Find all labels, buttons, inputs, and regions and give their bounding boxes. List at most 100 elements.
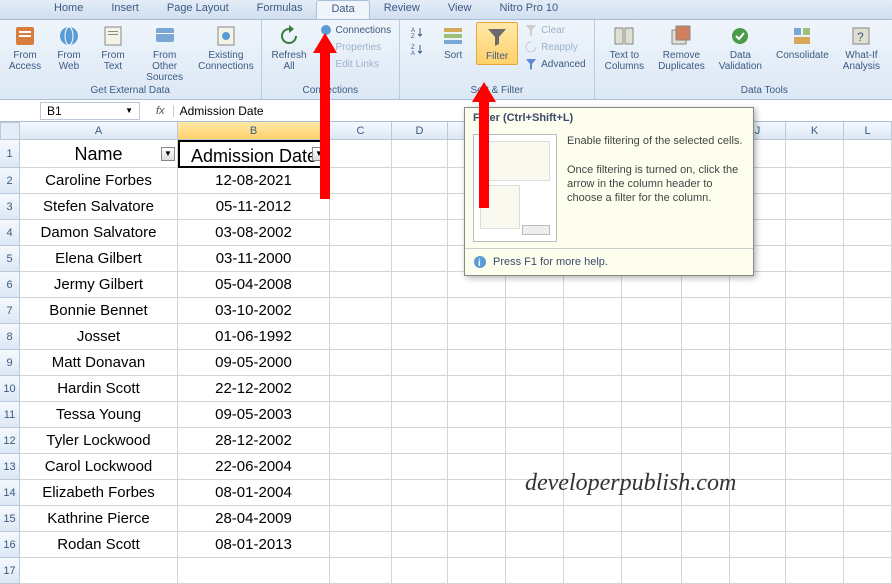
cell[interactable]: 09-05-2003 (178, 402, 330, 428)
cell[interactable]: Matt Donavan (20, 350, 178, 376)
cell[interactable] (330, 272, 392, 298)
cell[interactable] (330, 246, 392, 272)
cell[interactable]: Admission Date▼ (178, 140, 330, 168)
cell[interactable] (330, 140, 392, 168)
cell[interactable] (506, 324, 564, 350)
cell[interactable] (20, 558, 178, 584)
cell[interactable] (786, 376, 844, 402)
cell[interactable] (330, 324, 392, 350)
cell[interactable] (622, 298, 682, 324)
col-header-d[interactable]: D (392, 122, 448, 140)
cell[interactable]: 28-12-2002 (178, 428, 330, 454)
cell[interactable]: Damon Salvatore (20, 220, 178, 246)
cell[interactable] (622, 558, 682, 584)
fx-icon[interactable]: fx (148, 105, 174, 117)
cell[interactable] (786, 350, 844, 376)
cell[interactable] (448, 454, 506, 480)
cell[interactable] (330, 376, 392, 402)
cell[interactable]: 03-11-2000 (178, 246, 330, 272)
cell[interactable] (682, 298, 730, 324)
cell[interactable] (506, 558, 564, 584)
cell[interactable]: Rodan Scott (20, 532, 178, 558)
cell[interactable]: 22-06-2004 (178, 454, 330, 480)
cell[interactable] (564, 350, 622, 376)
cell[interactable] (330, 220, 392, 246)
from-web-button[interactable]: FromWeb (48, 22, 90, 74)
cell[interactable]: Tessa Young (20, 402, 178, 428)
cell[interactable] (506, 532, 564, 558)
cell[interactable] (786, 220, 844, 246)
cell[interactable] (844, 298, 892, 324)
cell[interactable] (682, 506, 730, 532)
cell[interactable] (622, 402, 682, 428)
cell[interactable] (392, 350, 448, 376)
cell[interactable] (448, 506, 506, 532)
cell[interactable] (786, 480, 844, 506)
col-header-l[interactable]: L (844, 122, 892, 140)
cell[interactable] (730, 532, 786, 558)
cell[interactable] (682, 558, 730, 584)
cell[interactable] (844, 480, 892, 506)
cell[interactable] (392, 480, 448, 506)
group-button[interactable]: Group (888, 22, 892, 63)
row-header[interactable]: 10 (0, 376, 20, 402)
cell[interactable]: 22-12-2002 (178, 376, 330, 402)
cell[interactable] (448, 298, 506, 324)
col-header-k[interactable]: K (786, 122, 844, 140)
cell[interactable] (564, 298, 622, 324)
cell[interactable]: 03-10-2002 (178, 298, 330, 324)
tab-view[interactable]: View (434, 0, 486, 19)
cell[interactable] (392, 402, 448, 428)
cell[interactable] (564, 558, 622, 584)
col-header-c[interactable]: C (330, 122, 392, 140)
cell[interactable] (844, 532, 892, 558)
cell[interactable] (330, 532, 392, 558)
cell[interactable] (564, 532, 622, 558)
data-validation-button[interactable]: DataValidation (713, 22, 768, 74)
cell[interactable]: 08-01-2013 (178, 532, 330, 558)
tab-home[interactable]: Home (40, 0, 97, 19)
sort-az-button[interactable]: AZ (406, 24, 428, 40)
cell[interactable] (844, 140, 892, 168)
cell[interactable] (786, 246, 844, 272)
from-other-sources-button[interactable]: From OtherSources (136, 22, 193, 85)
cell[interactable] (330, 506, 392, 532)
cell[interactable]: 03-08-2002 (178, 220, 330, 246)
refresh-all-button[interactable]: RefreshAll (266, 22, 313, 74)
cell[interactable]: 01-06-1992 (178, 324, 330, 350)
cell[interactable]: 05-11-2012 (178, 194, 330, 220)
cell[interactable] (730, 428, 786, 454)
cell[interactable] (786, 298, 844, 324)
cell[interactable] (622, 376, 682, 402)
cell[interactable] (392, 272, 448, 298)
row-header[interactable]: 1 (0, 140, 20, 168)
cell[interactable] (786, 454, 844, 480)
cell[interactable] (506, 298, 564, 324)
cell[interactable] (730, 558, 786, 584)
row-header[interactable]: 15 (0, 506, 20, 532)
tab-formulas[interactable]: Formulas (243, 0, 317, 19)
cell[interactable] (392, 220, 448, 246)
cell[interactable] (844, 402, 892, 428)
filter-button[interactable]: Filter (476, 22, 518, 65)
row-header[interactable]: 11 (0, 402, 20, 428)
cell[interactable] (844, 272, 892, 298)
row-header[interactable]: 14 (0, 480, 20, 506)
tab-insert[interactable]: Insert (97, 0, 153, 19)
from-text-button[interactable]: FromText (92, 22, 134, 74)
cell[interactable] (730, 480, 786, 506)
row-header[interactable]: 12 (0, 428, 20, 454)
row-header[interactable]: 3 (0, 194, 20, 220)
cell[interactable]: Name▼ (20, 140, 178, 168)
cell[interactable] (392, 168, 448, 194)
cell[interactable] (844, 454, 892, 480)
cell[interactable] (448, 532, 506, 558)
cell[interactable] (564, 402, 622, 428)
cell[interactable]: Kathrine Pierce (20, 506, 178, 532)
cell[interactable] (844, 558, 892, 584)
cell[interactable] (330, 350, 392, 376)
cell[interactable] (786, 506, 844, 532)
row-header[interactable]: 8 (0, 324, 20, 350)
cell[interactable] (448, 376, 506, 402)
advanced-button[interactable]: Advanced (520, 56, 589, 72)
